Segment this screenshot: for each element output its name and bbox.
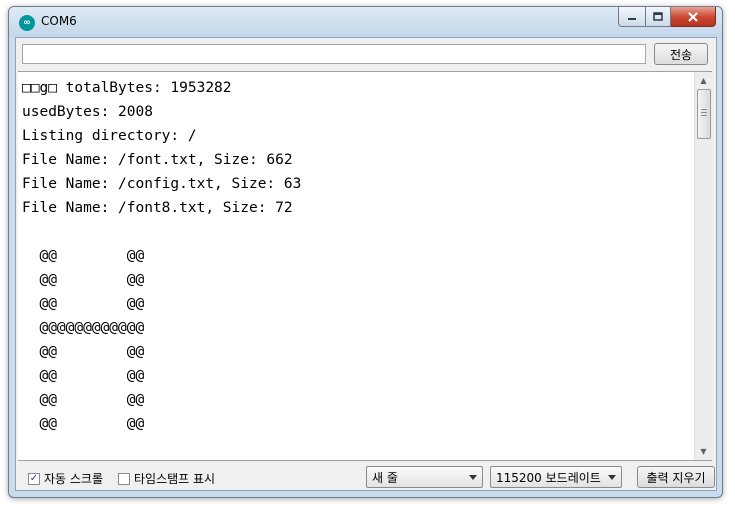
scroll-up-arrow-icon[interactable]: ▲ (695, 72, 712, 89)
clear-output-button[interactable]: 출력 지우기 (637, 466, 715, 488)
vertical-scrollbar[interactable]: ▲ ▼ (694, 72, 712, 460)
bottom-bar: ✓ 자동 스크롤 타임스탬프 표시 새 줄 115200 보드레이트 출력 지우… (16, 462, 716, 490)
send-button[interactable]: 전송 (654, 43, 708, 65)
maximize-icon (653, 12, 663, 21)
arduino-infinity-icon: ∞ (19, 15, 35, 31)
output-line: usedBytes: 2008 (22, 104, 153, 120)
timestamp-label: 타임스탬프 표시 (134, 472, 216, 486)
scroll-thumb[interactable] (697, 89, 711, 139)
timestamp-checkbox[interactable] (118, 472, 130, 485)
monitor-client-area: 전송 □□g□ totalBytes: 1953282 usedBytes: 2… (15, 37, 717, 491)
grip-line (701, 112, 707, 113)
window-controls (618, 7, 716, 27)
send-input[interactable] (22, 44, 646, 64)
output-line: @@ @@ (22, 368, 145, 384)
serial-output-area[interactable]: □□g□ totalBytes: 1953282 usedBytes: 2008… (18, 71, 712, 461)
output-line: @@ @@ (22, 416, 145, 432)
grip-line (701, 115, 707, 116)
scroll-down-arrow-icon[interactable]: ▼ (695, 443, 712, 460)
output-line: File Name: /font.txt, Size: 662 (22, 152, 293, 168)
output-line: □□g□ totalBytes: 1953282 (22, 80, 232, 96)
output-line: File Name: /config.txt, Size: 63 (22, 176, 302, 192)
output-line: @@ @@ (22, 248, 145, 264)
baud-rate-select[interactable]: 115200 보드레이트 (490, 466, 622, 488)
output-line: @@ @@ (22, 296, 145, 312)
output-line: @@ @@ (22, 392, 145, 408)
autoscroll-checkbox[interactable]: ✓ (28, 472, 40, 485)
maximize-button[interactable] (646, 7, 671, 27)
close-button[interactable] (671, 7, 716, 27)
line-ending-select[interactable]: 새 줄 (366, 466, 483, 488)
chevron-down-icon (608, 475, 616, 480)
title-bar[interactable]: ∞ COM6 (9, 7, 722, 37)
output-line: File Name: /font8.txt, Size: 72 (22, 200, 293, 216)
autoscroll-label: 자동 스크롤 (44, 472, 104, 486)
grip-line (701, 109, 707, 110)
output-line: @@ @@ (22, 344, 145, 360)
serial-monitor-window: ∞ COM6 전송 □□g□ totalBytes: 1953282 usedB… (8, 6, 723, 498)
minimize-icon (628, 17, 636, 20)
timestamp-toggle[interactable]: 타임스탬프 표시 (118, 470, 215, 487)
baud-rate-value: 115200 보드레이트 (496, 470, 601, 485)
chevron-down-icon (469, 475, 477, 480)
minimize-button[interactable] (618, 7, 646, 27)
output-line: Listing directory: / (22, 128, 197, 144)
close-icon (688, 11, 698, 22)
serial-output-text: □□g□ totalBytes: 1953282 usedBytes: 2008… (22, 76, 692, 436)
output-line: @@ @@ (22, 272, 145, 288)
output-line: @@@@@@@@@@@@ (22, 320, 145, 336)
window-title: COM6 (41, 14, 77, 28)
line-ending-value: 새 줄 (372, 470, 398, 485)
autoscroll-toggle[interactable]: ✓ 자동 스크롤 (28, 470, 103, 487)
